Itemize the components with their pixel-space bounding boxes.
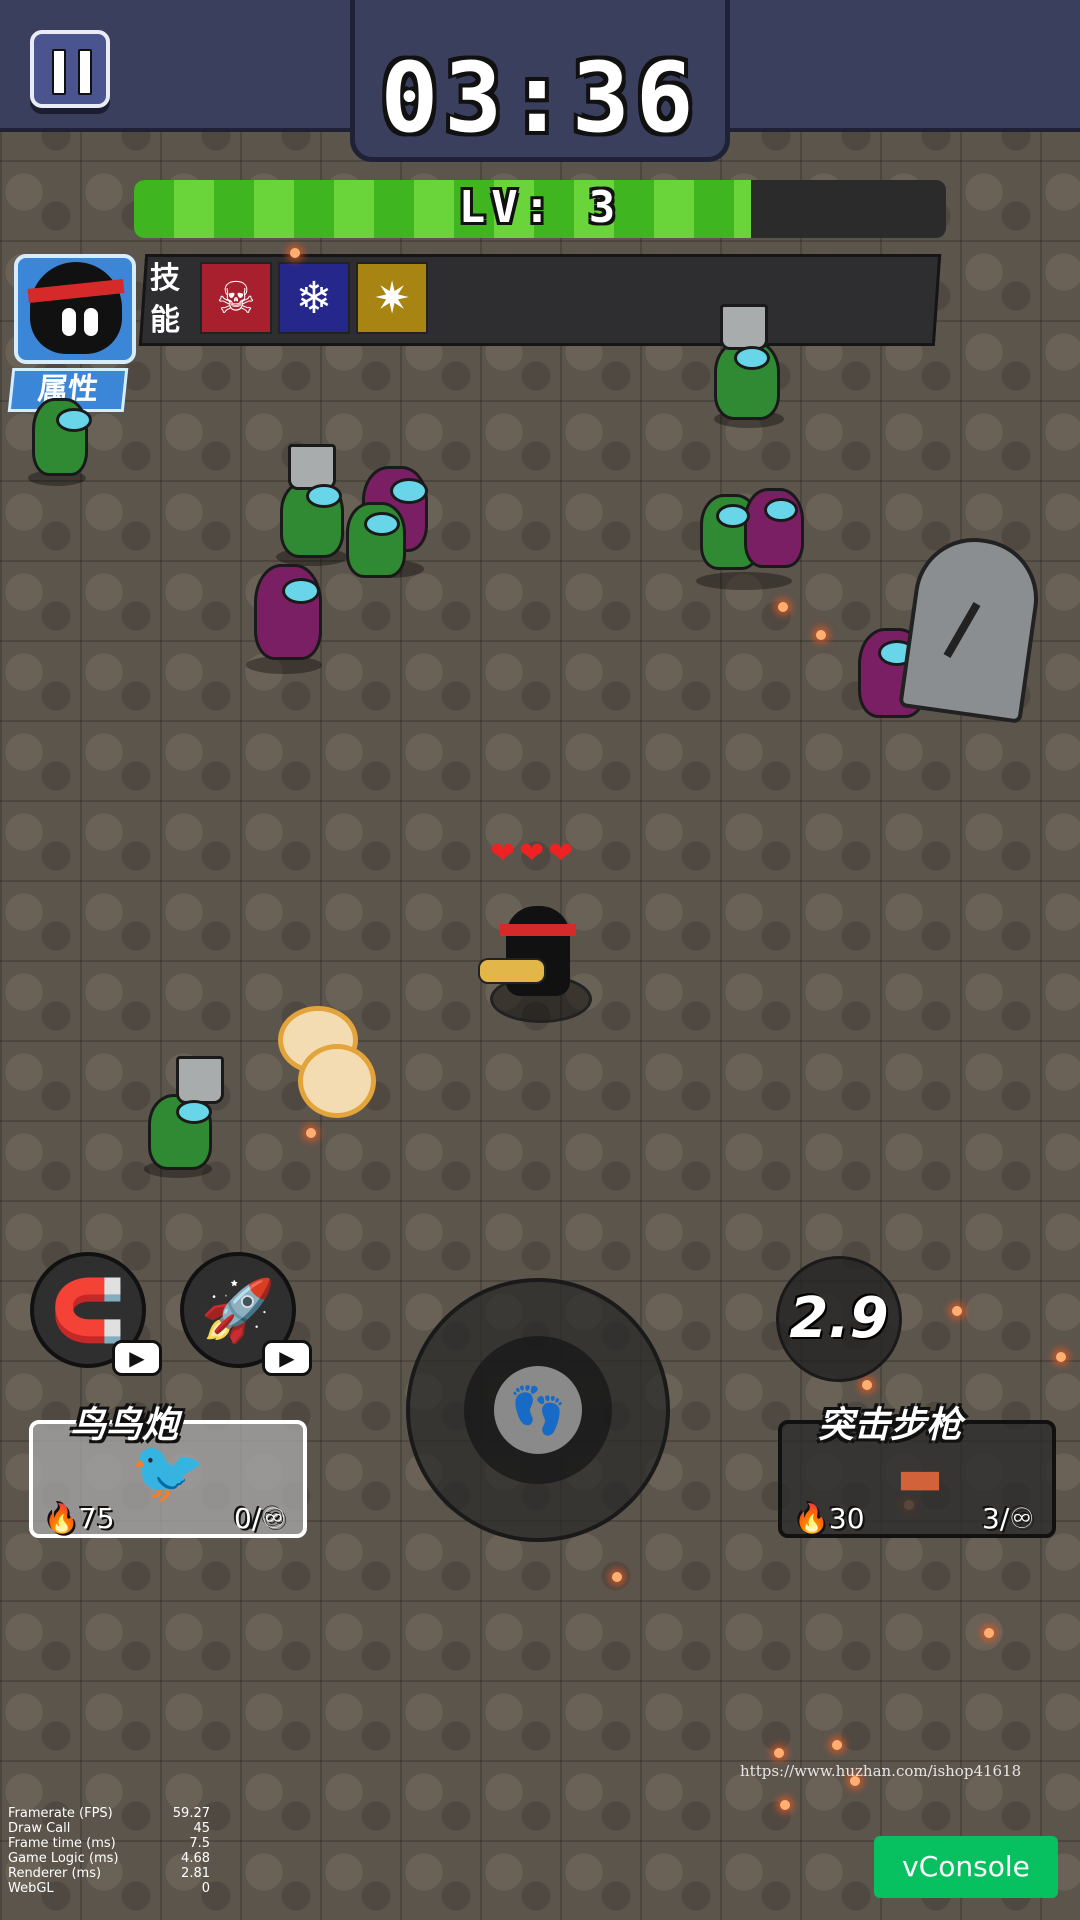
bullet — [612, 1572, 622, 1582]
magnet-icon: 🧲 — [50, 1275, 126, 1346]
fire-icon: 🔥 — [44, 1502, 79, 1535]
footprints-icon: 👣 — [509, 1382, 567, 1437]
pause-icon — [52, 49, 66, 95]
weapon-cooldown: 2.9 — [776, 1256, 902, 1382]
bullet — [832, 1740, 842, 1750]
bullet — [780, 1800, 790, 1810]
assault-rifle-icon: ▬ — [896, 1448, 944, 1506]
avatar — [30, 262, 122, 354]
spike-burst-icon: ✷ — [373, 272, 411, 324]
skill-slot: ✷ — [356, 262, 428, 334]
skill-slot: ❄ — [278, 262, 350, 334]
fire-icon: 🔥 — [794, 1502, 829, 1535]
bullet — [290, 248, 300, 258]
perf-row: WebGL 0 — [8, 1881, 210, 1896]
watermark: https://www.huzhan.com/ishop41618 — [740, 1762, 1022, 1780]
watch-ad-icon: ▶ — [112, 1340, 162, 1376]
performance-stats: Framerate (FPS) 59.27 Draw Call 45 Frame t… — [8, 1806, 210, 1896]
game-timer: 03:36 — [380, 42, 700, 154]
bullet — [1056, 1352, 1066, 1362]
player-weapon — [478, 958, 546, 984]
bullet-rocket-icon: 🚀 — [200, 1275, 276, 1346]
bullet — [984, 1628, 994, 1638]
perf-row: Renderer (ms) 2.81 — [8, 1866, 210, 1881]
player-headband — [500, 924, 576, 936]
weapon-cost: 🔥30 — [794, 1502, 865, 1535]
bullet — [862, 1380, 872, 1390]
avatar-eye — [84, 308, 98, 336]
skill-slot: ☠ — [200, 262, 272, 334]
fang-roar-icon: ☠ — [216, 272, 256, 324]
vconsole-button[interactable]: vConsole — [874, 1836, 1058, 1898]
bullet — [306, 1128, 316, 1138]
bullet — [778, 602, 788, 612]
weapon-cost: 🔥75 — [44, 1502, 115, 1535]
perf-row: Frame time (ms) 7.5 — [8, 1836, 210, 1851]
watch-ad-icon: ▶ — [262, 1340, 312, 1376]
pause-button[interactable] — [30, 30, 110, 108]
bullet — [816, 630, 826, 640]
snowflake-icon: ❄ — [295, 272, 333, 324]
avatar-eye — [62, 308, 76, 336]
bullet — [952, 1306, 962, 1316]
perf-row: Draw Call 45 — [8, 1821, 210, 1836]
weapon-name: 突击步枪 — [818, 1405, 963, 1446]
level-label: LV: 3 — [458, 182, 622, 233]
perf-row: Framerate (FPS) 59.27 — [8, 1806, 210, 1821]
bird-cannon-icon: 🐦 — [130, 1437, 206, 1507]
pause-icon — [78, 49, 92, 95]
skills-label: 技能 — [150, 261, 180, 338]
player-health-hearts: ❤❤❤ — [490, 836, 578, 871]
tombstone — [898, 530, 1046, 724]
perf-row: Game Logic (ms) 4.68 — [8, 1851, 210, 1866]
weapon-ammo: 0/♾ — [234, 1502, 287, 1535]
bullet — [774, 1748, 784, 1758]
joystick-knob[interactable]: 👣 — [494, 1366, 582, 1454]
weapon-ammo: 3/♾ — [982, 1502, 1035, 1535]
bread-pickup — [298, 1044, 376, 1118]
